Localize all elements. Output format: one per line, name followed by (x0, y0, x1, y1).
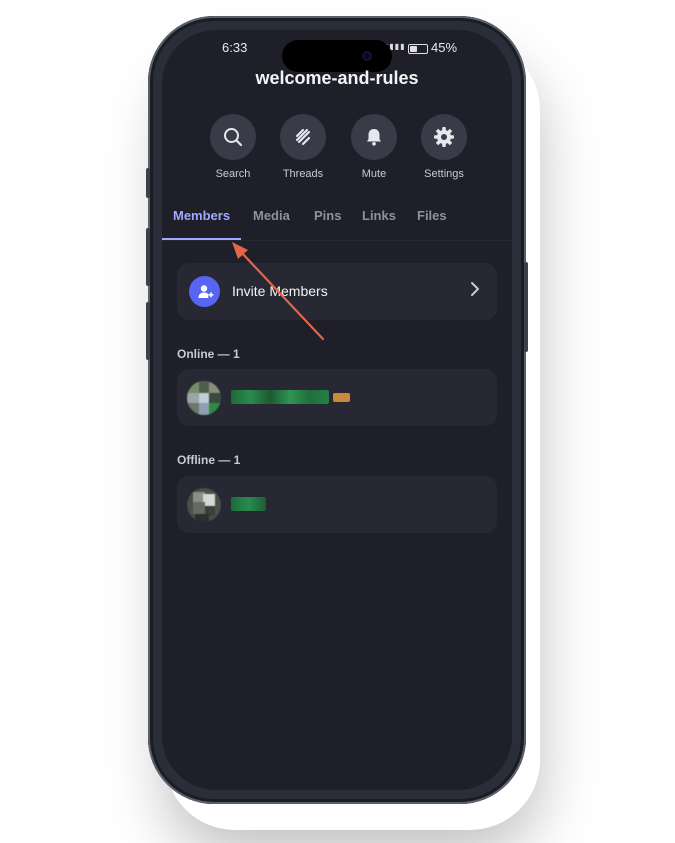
online-section-header: Online — 1 (177, 347, 240, 361)
mute-label: Mute (361, 168, 387, 180)
mute-action[interactable]: Mute (339, 114, 409, 180)
settings-label: Settings (424, 168, 464, 180)
redacted-tag (333, 393, 350, 402)
app-screen: 6:33 ▮▮▮▮ 45% welcome-and-rules Search T… (162, 30, 512, 790)
invite-members-label: Invite Members (232, 283, 328, 299)
threads-action[interactable]: Threads (268, 114, 338, 180)
offline-section-header: Offline — 1 (177, 453, 241, 467)
redacted-username (231, 390, 329, 404)
avatar (187, 381, 221, 415)
channel-title: welcome-and-rules (255, 68, 419, 88)
avatar (187, 488, 221, 522)
add-user-icon (189, 276, 220, 307)
threads-label: Threads (282, 168, 324, 180)
camera-icon (362, 51, 372, 61)
threads-icon[interactable] (280, 114, 326, 160)
tab-divider (162, 240, 512, 241)
tab-members[interactable]: Members (173, 208, 230, 223)
battery-indicator: 45% (408, 40, 457, 55)
bell-icon[interactable] (351, 114, 397, 160)
tab-pins[interactable]: Pins (314, 208, 341, 223)
active-tab-indicator (162, 238, 241, 240)
member-list-item[interactable] (177, 476, 497, 533)
volume-up-button (146, 228, 150, 286)
battery-icon (408, 43, 428, 54)
status-time: 6:33 (222, 40, 248, 55)
battery-percent: 45% (431, 40, 458, 55)
gear-icon[interactable] (421, 114, 467, 160)
tab-bar: Members Media Pins Links Files (162, 208, 512, 240)
volume-down-button (146, 302, 150, 360)
settings-action[interactable]: Settings (409, 114, 479, 180)
action-button (146, 168, 150, 198)
tab-files[interactable]: Files (417, 208, 447, 223)
member-list-item[interactable] (177, 369, 497, 426)
search-label: Search (215, 168, 251, 180)
tab-links[interactable]: Links (362, 208, 396, 223)
search-action[interactable]: Search (198, 114, 268, 180)
chevron-right-icon (469, 281, 481, 302)
tab-media[interactable]: Media (253, 208, 290, 223)
invite-members-button[interactable]: Invite Members (177, 263, 497, 320)
search-icon[interactable] (210, 114, 256, 160)
redacted-username (231, 497, 266, 511)
nav-bar (162, 782, 512, 790)
power-button (524, 262, 528, 352)
